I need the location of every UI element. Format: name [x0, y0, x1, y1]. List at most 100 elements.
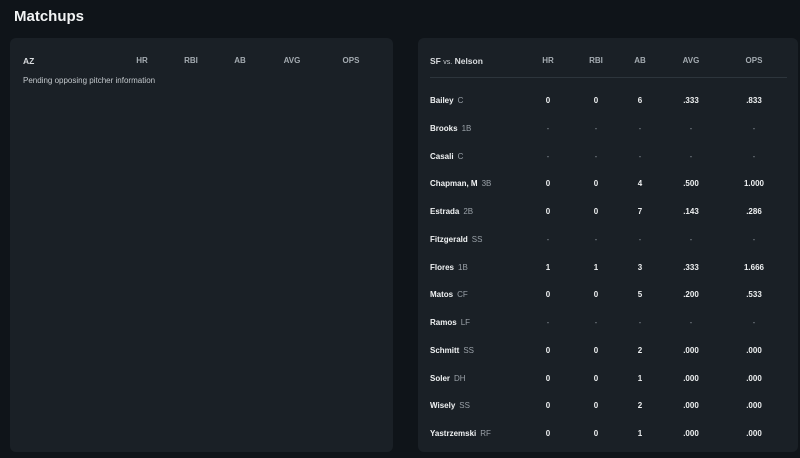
player-name[interactable]: Matos CF [430, 290, 468, 299]
stat-rbi: 0 [593, 429, 599, 438]
away-col-rbi: RBI [184, 56, 198, 65]
stat-ab: 1 [637, 429, 643, 438]
home-team-label: SF [430, 56, 441, 66]
player-name[interactable]: Yastrzemski RF [430, 429, 491, 438]
table-row: Matos CF 0 0 5 .200 .533 [0, 290, 800, 304]
stat-ops: .000 [746, 373, 762, 383]
player-name[interactable]: Schmitt SS [430, 346, 474, 355]
stat-avg: .000 [683, 373, 699, 383]
stat-rbi: - [594, 123, 598, 133]
player-name[interactable]: Bailey C [430, 96, 463, 105]
stat-avg: - [689, 151, 693, 161]
table-row: Fitzgerald SS - - - - - [0, 235, 800, 249]
player-name[interactable]: Wisely SS [430, 401, 470, 410]
page-title: Matchups [14, 8, 85, 25]
stat-avg: .000 [683, 401, 699, 411]
stat-avg: .200 [683, 290, 699, 300]
home-col-avg: AVG [682, 56, 700, 65]
player-name[interactable]: Brooks 1B [430, 124, 471, 133]
pending-pitcher-message: Pending opposing pitcher information [23, 76, 156, 85]
stat-avg: .333 [683, 262, 699, 272]
stat-hr: 0 [545, 179, 551, 189]
stat-ops: - [752, 318, 756, 327]
table-row: Casali C - - - - - [0, 152, 800, 166]
stat-ab: - [638, 234, 642, 244]
away-col-ops: OPS [342, 56, 360, 65]
player-name[interactable]: Fitzgerald SS [430, 235, 482, 244]
stat-ops: - [752, 123, 756, 133]
stat-hr: 0 [545, 401, 551, 411]
player-position: LF [460, 318, 471, 327]
stat-ab: 5 [637, 290, 643, 300]
stat-hr: 0 [545, 290, 551, 300]
table-row: Chapman, M 3B 0 0 4 .500 1.000 [0, 179, 800, 193]
home-col-rbi: RBI [589, 56, 603, 65]
away-team-label: AZ [23, 56, 35, 66]
stat-ops: .833 [746, 96, 762, 105]
stat-avg: - [689, 318, 693, 327]
stat-hr: 0 [545, 207, 551, 216]
stat-ops: - [752, 234, 756, 244]
player-position: SS [471, 234, 483, 244]
matchups-page: Matchups AZ HR RBI AB AVG OPS Pending op… [0, 0, 800, 458]
stat-hr: 0 [545, 345, 551, 355]
stat-ops: 1.666 [743, 262, 765, 272]
pitcher-name: Nelson [454, 56, 483, 66]
table-row: Ramos LF - - - - - [0, 318, 800, 332]
player-position: CF [457, 290, 468, 300]
player-position: 3B [481, 179, 492, 189]
player-position: DH [454, 373, 466, 383]
stat-ab: - [638, 123, 642, 133]
stat-ab: 3 [637, 262, 643, 272]
stat-ab: 1 [637, 373, 643, 383]
stat-hr: - [546, 234, 550, 244]
player-position: RF [480, 429, 491, 438]
stat-rbi: 0 [593, 345, 599, 355]
stat-avg: - [689, 123, 693, 133]
home-col-ops: OPS [745, 56, 763, 65]
stat-avg: .000 [683, 345, 699, 355]
table-row: Brooks 1B - - - - - [0, 124, 800, 138]
stat-avg: .000 [683, 429, 699, 438]
stat-avg: .143 [683, 207, 699, 216]
stat-ab: 2 [637, 345, 643, 355]
stat-ops: .533 [746, 290, 762, 300]
stat-rbi: 0 [593, 401, 599, 411]
player-name[interactable]: Casali C [430, 152, 463, 161]
header-divider [430, 77, 787, 78]
stat-rbi: 0 [593, 207, 599, 216]
home-matchup-label: SF vs. Nelson [430, 56, 483, 66]
table-row: Wisely SS 0 0 2 .000 .000 [0, 401, 800, 415]
stat-hr: 0 [545, 96, 551, 105]
player-position: 1B [458, 262, 468, 272]
player-name[interactable]: Soler DH [430, 374, 466, 383]
stat-ab: - [638, 151, 642, 161]
stat-rbi: - [594, 234, 598, 244]
stat-hr: - [546, 123, 550, 133]
stat-rbi: 1 [593, 262, 599, 272]
stat-hr: 0 [545, 373, 551, 383]
table-row: Yastrzemski RF 0 0 1 .000 .000 [0, 429, 800, 443]
home-col-hr: HR [542, 56, 554, 65]
stat-avg: - [689, 234, 693, 244]
stat-ops: .000 [746, 345, 762, 355]
stat-avg: .500 [683, 179, 699, 189]
stat-rbi: 0 [593, 179, 599, 189]
stat-ab: 4 [637, 179, 643, 189]
home-col-ab: AB [634, 56, 646, 65]
stat-rbi: - [594, 151, 598, 161]
stat-rbi: 0 [593, 96, 599, 105]
player-name[interactable]: Flores 1B [430, 263, 468, 272]
table-row: Flores 1B 1 1 3 .333 1.666 [0, 263, 800, 277]
vs-label: vs. [443, 59, 453, 66]
player-position: 2B [463, 207, 474, 216]
stat-rbi: 0 [593, 290, 599, 300]
player-name[interactable]: Estrada 2B [430, 207, 473, 216]
stat-ab: 2 [637, 401, 643, 411]
stat-ab: - [638, 318, 642, 327]
stat-ops: .286 [746, 207, 762, 216]
player-name[interactable]: Chapman, M 3B [430, 179, 491, 188]
stat-ops: - [752, 151, 756, 161]
player-name[interactable]: Ramos LF [430, 318, 470, 327]
stat-ab: 7 [637, 207, 643, 216]
